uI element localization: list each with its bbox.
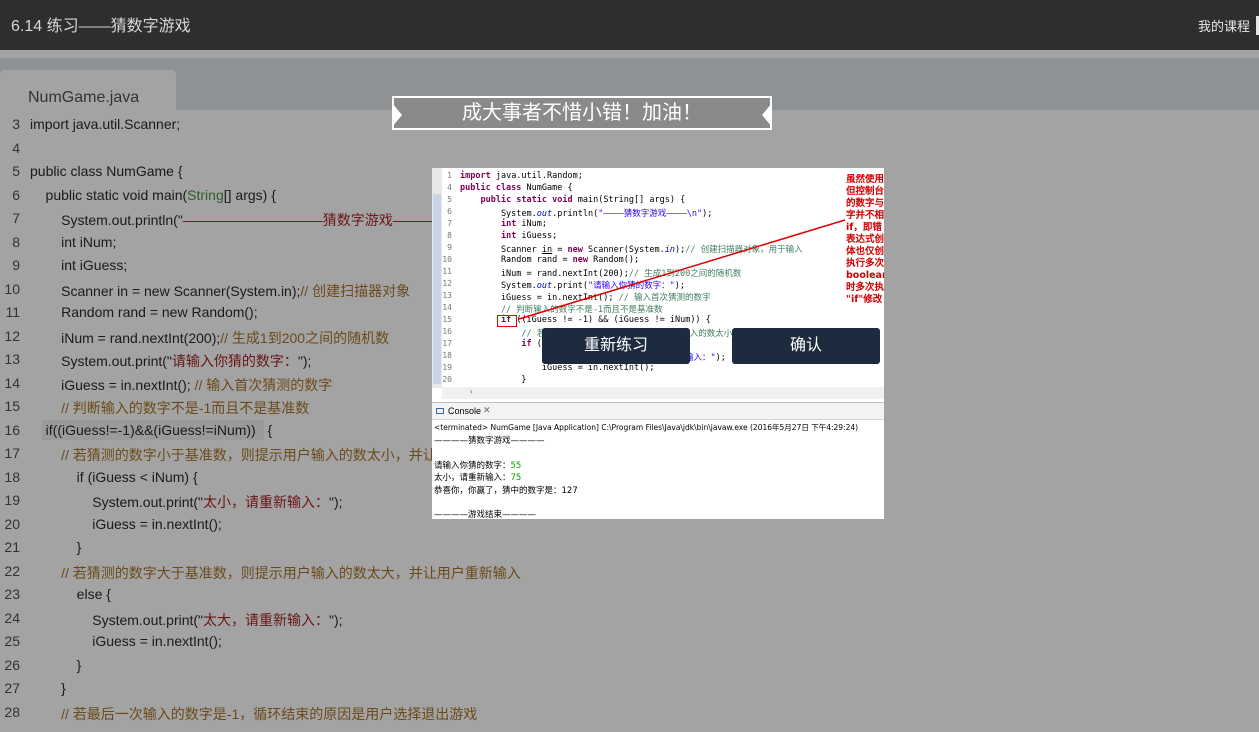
line-code: } [30,680,66,696]
console-line: <terminated> NumGame [Java Application] … [434,423,859,432]
code-line: 21 } [0,539,1259,563]
code-line: 27 } [0,680,1259,704]
line-code: iNum = rand.nextInt(200);// 生成1到200之间的随机… [30,329,390,346]
console-line: ————游戏结束———— [434,510,537,519]
top-header: 6.14 练习——猜数字游戏 我的课程 [0,0,1259,50]
line-code: } [30,656,82,673]
line-code: public class NumGame { [30,163,183,179]
line-code: // 判断输入的数字不是-1而且不是基准数 [61,400,310,416]
annotation-text: 虽然使用 但控制台 的数字与 字并不相 if，即错 表达式创 体也仅创 执行多次… [846,174,884,305]
line-code: System.out.print("太小，请重新输入："); [30,494,343,510]
line-number: 20 [4,515,20,532]
code-line: 28 // 若最后一次输入的数字是-1，循环结束的原因是用户选择退出游戏 [0,704,1259,728]
line-code: iGuess = in.nextInt(); // 输入首次猜测的数字 [30,376,333,393]
line-number: 16 [4,421,20,438]
console-line: 恭喜你，你赢了，猜中的数字是：127 [434,485,578,496]
horizontal-scrollbar: ‹ [442,387,884,399]
line-number: 8 [12,233,20,250]
line-number: 18 [4,468,20,485]
code-line: 22 // 若猜测的数字大于基准数，则提示用户输入的数太大，并让用户重新输入 [0,563,1259,587]
confirm-button[interactable]: 确认 [732,328,880,364]
line-code: System.out.print("请输入你猜的数字："); [30,353,312,369]
line-number: 14 [4,374,20,391]
line-number: 10 [4,280,20,297]
motivation-banner: 成大事者不惜小错！加油！ [392,96,772,130]
line-code: } [30,539,82,555]
page-title: 6.14 练习——猜数字游戏 [11,18,191,35]
line-number: 24 [4,609,20,626]
line-number: 3 [12,116,20,132]
retry-button[interactable]: 重新练习 [542,328,690,364]
line-code: System.out.print("太大，请重新输入："); [30,611,343,628]
code-line: 23 else { [0,586,1259,610]
line-number: 28 [4,703,20,720]
line-number: 11 [5,304,20,320]
line-code: if (iGuess < iNum) { [30,468,198,485]
line-number: 19 [4,492,20,508]
line-code: int iGuess; [30,257,128,273]
close-icon: ✕ [483,405,491,415]
line-code: // 若猜测的数字大于基准数，则提示用户输入的数太大，并让用户重新输入 [61,564,521,581]
line-code: if((iGuess!=-1)&&(iGuess!=iNum)) { [30,419,272,440]
code-line: 25 iGuess = in.nextInt(); [0,633,1259,657]
line-number: 23 [4,586,20,602]
line-number: 27 [4,680,20,696]
console-line: 太小，请重新输入：75 [434,473,522,484]
my-courses-link[interactable]: 我的课程 [1198,16,1259,35]
tab-numgame-java[interactable]: NumGame.java [0,70,176,111]
line-number: 22 [4,562,20,579]
overview-ruler [433,194,441,384]
highlight-box [497,315,517,327]
console-icon [436,408,444,414]
line-code: Scanner in = new Scanner(System.in);// 创… [30,282,411,299]
banner-text: 成大事者不惜小错！加油！ [462,102,702,124]
line-code: public static void main(String[] args) { [30,186,276,203]
console-line: ————猜数字游戏———— [434,436,545,447]
line-number: 26 [4,656,20,673]
line-code: iGuess = in.nextInt(); [30,515,222,532]
line-number: 5 [12,163,20,179]
code-line: 4 [0,140,1259,164]
line-code: else { [30,586,111,602]
code-line: 20 iGuess = in.nextInt(); [0,516,1259,540]
line-number: 25 [4,633,20,649]
code-line: 26 } [0,657,1259,681]
line-number: 12 [4,327,20,344]
console-line: 请输入你猜的数字：55 [434,460,522,471]
tab-label: NumGame.java [28,89,140,106]
line-code: iGuess = in.nextInt(); [30,633,222,649]
line-number: 17 [4,445,20,461]
line-number: 7 [12,210,20,226]
line-number: 15 [4,398,20,414]
line-number: 9 [12,257,20,273]
console-tab-bar: Console ✕ [432,402,884,420]
line-code: int iNum; [30,233,117,250]
line-number: 21 [4,539,20,555]
line-code: Random rand = new Random(); [30,304,258,320]
line-number: 4 [12,139,20,156]
line-code: // 若最后一次输入的数字是-1，循环结束的原因是用户选择退出游戏 [61,705,478,722]
line-code: import java.util.Scanner; [30,116,181,132]
line-number: 6 [12,186,20,203]
code-line: 24 System.out.print("太大，请重新输入："); [0,610,1259,634]
line-number: 13 [4,351,20,367]
console-tab-label: Console [448,406,482,416]
